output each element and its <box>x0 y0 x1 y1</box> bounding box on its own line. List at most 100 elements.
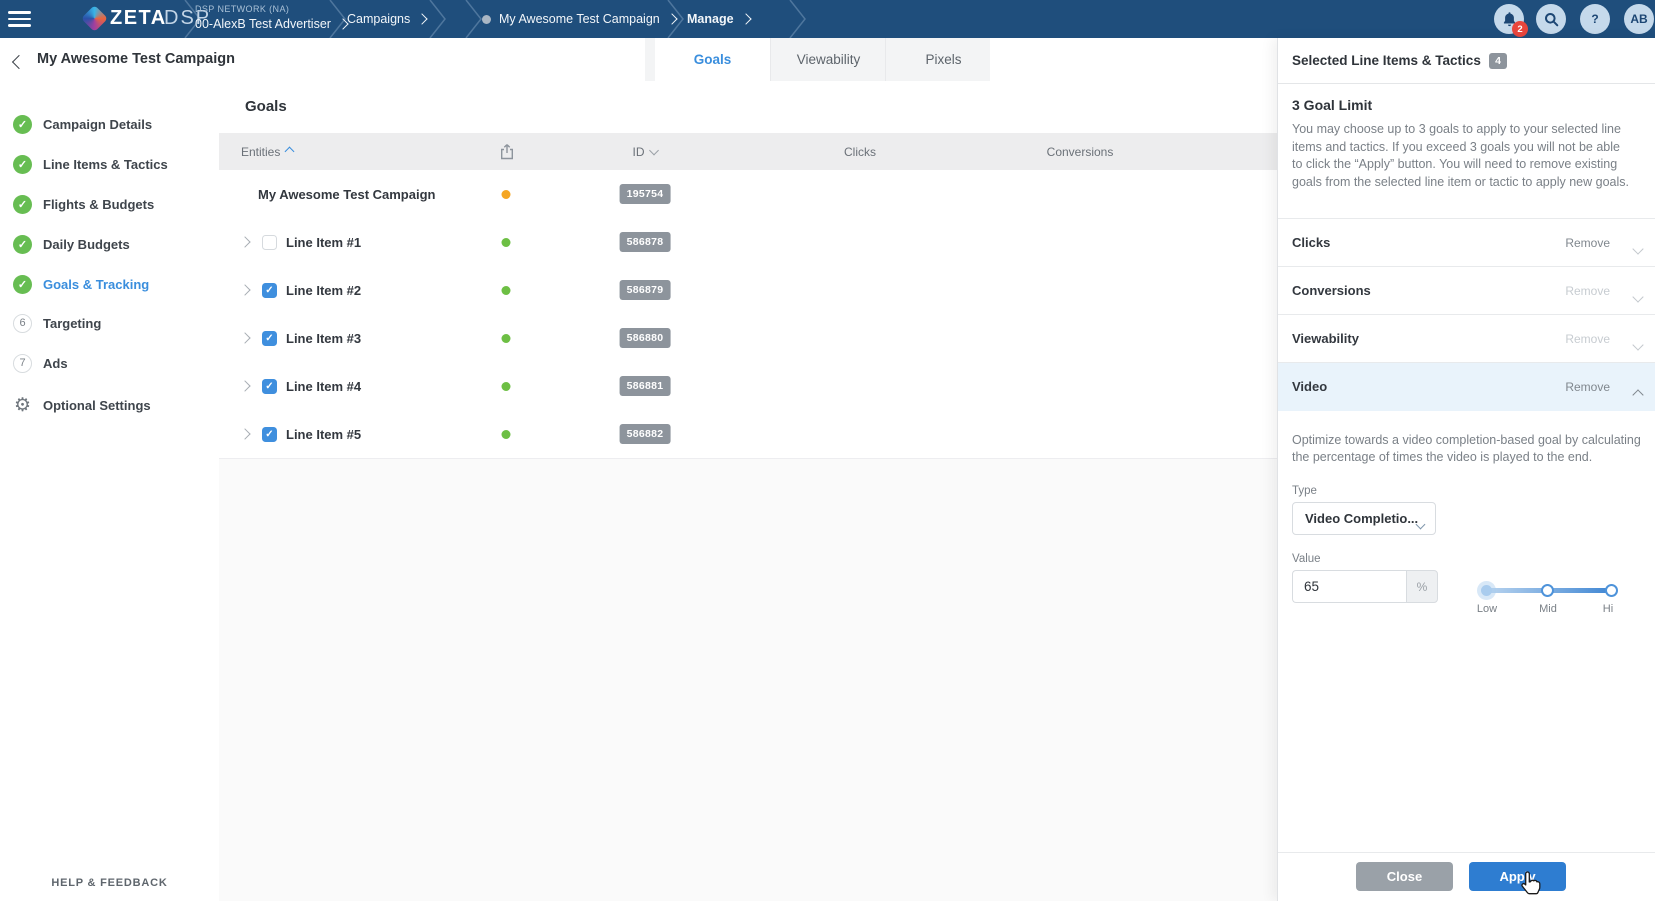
notification-count-badge: 2 <box>1512 21 1528 37</box>
close-button[interactable]: Close <box>1356 862 1453 891</box>
value-label: Value <box>1292 553 1321 565</box>
breadcrumb-campaigns[interactable]: Campaigns <box>347 0 426 38</box>
table-row-campaign: My Awesome Test Campaign 195754 <box>219 170 1277 219</box>
sidebar-item-campaign-details[interactable]: Campaign Details <box>13 114 152 134</box>
user-avatar[interactable]: AB <box>1624 4 1654 34</box>
status-dot-green <box>502 334 511 343</box>
table-row-line-item-2: Line Item #2 586879 <box>219 266 1277 315</box>
entity-name: Line Item #5 <box>286 427 361 442</box>
page-title: My Awesome Test Campaign <box>37 38 235 81</box>
step-number-icon: 7 <box>13 354 32 373</box>
slider-label-hi: Hi <box>1603 603 1613 615</box>
remove-conversions-link: Remove <box>1565 267 1610 315</box>
avatar-initials: AB <box>1630 12 1647 26</box>
zeta-dsp-logo[interactable]: ZETA DSP <box>40 0 170 38</box>
row-checkbox[interactable] <box>262 331 277 346</box>
goals-section-title: Goals <box>245 81 287 133</box>
menu-icon[interactable] <box>8 11 31 27</box>
row-checkbox[interactable] <box>262 283 277 298</box>
expand-chevron-icon[interactable] <box>241 362 249 410</box>
chevron-down-icon[interactable] <box>1634 336 1642 354</box>
sidebar-item-ads[interactable]: 7 Ads <box>13 353 68 373</box>
table-row-line-item-4: Line Item #4 586881 <box>219 362 1277 411</box>
sidebar-item-optional-settings[interactable]: ⚙ Optional Settings <box>13 395 151 415</box>
status-dot-green <box>502 238 511 247</box>
id-badge: 586879 <box>620 280 671 300</box>
export-share-icon[interactable] <box>500 133 515 170</box>
selected-items-panel: Selected Line Items & Tactics 4 3 Goal L… <box>1277 38 1655 901</box>
slider-handle-low[interactable] <box>1481 585 1492 596</box>
breadcrumb-campaign[interactable]: My Awesome Test Campaign <box>482 0 676 38</box>
goal-limit-description: You may choose up to 3 goals to apply to… <box>1292 121 1630 191</box>
table-row-line-item-3: Line Item #3 586880 <box>219 314 1277 363</box>
chevron-up-icon[interactable] <box>1634 386 1642 404</box>
sidebar: Campaign Details Line Items & Tactics Fl… <box>0 81 220 901</box>
search-icon <box>1544 12 1559 27</box>
value-input-group: % <box>1292 570 1438 603</box>
status-dot-orange <box>502 190 511 199</box>
panel-title: Selected Line Items & Tactics <box>1292 38 1481 83</box>
goal-section-video[interactable]: Video Remove <box>1278 362 1655 411</box>
tab-goals[interactable]: Goals <box>655 38 770 81</box>
video-type-value: Video Completio... <box>1305 503 1418 534</box>
remove-clicks-link[interactable]: Remove <box>1565 219 1610 267</box>
breadcrumb-manage[interactable]: Manage <box>687 0 750 38</box>
page-header: My Awesome Test Campaign Goals Viewabili… <box>0 38 1277 82</box>
row-checkbox[interactable] <box>262 235 277 250</box>
expand-chevron-icon[interactable] <box>241 314 249 362</box>
chevron-right-icon <box>666 13 677 24</box>
back-button[interactable] <box>14 54 24 72</box>
zeta-diamond-icon <box>81 5 108 32</box>
column-conversions: Conversions <box>1047 133 1114 170</box>
id-badge: 195754 <box>620 184 671 204</box>
check-circle-icon <box>13 195 32 214</box>
goal-section-clicks[interactable]: Clicks Remove <box>1278 218 1655 267</box>
panel-header: Selected Line Items & Tactics 4 <box>1278 38 1655 84</box>
column-id[interactable]: ID <box>633 133 658 170</box>
help-button[interactable]: ? <box>1580 4 1610 34</box>
goal-intensity-slider[interactable] <box>1484 578 1614 602</box>
slider-handle-hi[interactable] <box>1605 584 1618 597</box>
value-input[interactable] <box>1292 570 1406 603</box>
goal-section-conversions[interactable]: Conversions Remove <box>1278 266 1655 315</box>
top-navbar: ZETA DSP DSP NETWORK (NA) 00-AlexB Test … <box>0 0 1655 38</box>
row-checkbox[interactable] <box>262 379 277 394</box>
goals-table-area: Goals Entities ID Clicks Conversions My <box>219 81 1277 901</box>
sidebar-item-line-items-tactics[interactable]: Line Items & Tactics <box>13 154 168 174</box>
column-entities[interactable]: Entities <box>241 133 293 170</box>
sidebar-item-flights-budgets[interactable]: Flights & Budgets <box>13 194 154 214</box>
apply-button[interactable]: Apply <box>1469 862 1566 891</box>
entity-name: My Awesome Test Campaign <box>258 187 435 202</box>
entity-name: Line Item #3 <box>286 331 361 346</box>
expand-chevron-icon[interactable] <box>241 410 249 458</box>
search-button[interactable] <box>1536 4 1566 34</box>
panel-footer: Close Apply <box>1278 852 1655 901</box>
chevron-down-icon[interactable] <box>1634 288 1642 306</box>
entity-name: Line Item #4 <box>286 379 361 394</box>
sidebar-item-targeting[interactable]: 6 Targeting <box>13 313 101 333</box>
expand-chevron-icon[interactable] <box>241 266 249 314</box>
chevron-right-icon <box>417 13 428 24</box>
sort-desc-icon <box>649 145 659 155</box>
chevron-down-icon <box>1417 515 1424 533</box>
breadcrumb-advertiser[interactable]: 00-AlexB Test Advertiser <box>195 10 347 38</box>
breadcrumb-separator <box>788 0 808 38</box>
chevron-down-icon[interactable] <box>1634 240 1642 258</box>
remove-video-link[interactable]: Remove <box>1565 363 1610 411</box>
tab-pixels[interactable]: Pixels <box>885 38 1001 81</box>
sidebar-item-daily-budgets[interactable]: Daily Budgets <box>13 234 130 254</box>
slider-label-mid: Mid <box>1539 603 1557 615</box>
goal-section-viewability[interactable]: Viewability Remove <box>1278 314 1655 363</box>
expand-chevron-icon[interactable] <box>241 218 249 266</box>
help-feedback-link[interactable]: HELP & FEEDBACK <box>0 877 219 889</box>
goal-limit-heading: 3 Goal Limit <box>1292 97 1372 113</box>
video-type-dropdown[interactable]: Video Completio... <box>1292 502 1436 535</box>
breadcrumb-separator <box>464 0 484 38</box>
tab-viewability[interactable]: Viewability <box>770 38 886 81</box>
notifications-button[interactable]: 2 <box>1494 4 1524 34</box>
sidebar-item-goals-tracking[interactable]: Goals & Tracking <box>13 274 149 294</box>
row-checkbox[interactable] <box>262 427 277 442</box>
slider-handle-mid[interactable] <box>1541 584 1554 597</box>
status-dot-green <box>502 286 511 295</box>
check-circle-icon <box>13 115 32 134</box>
